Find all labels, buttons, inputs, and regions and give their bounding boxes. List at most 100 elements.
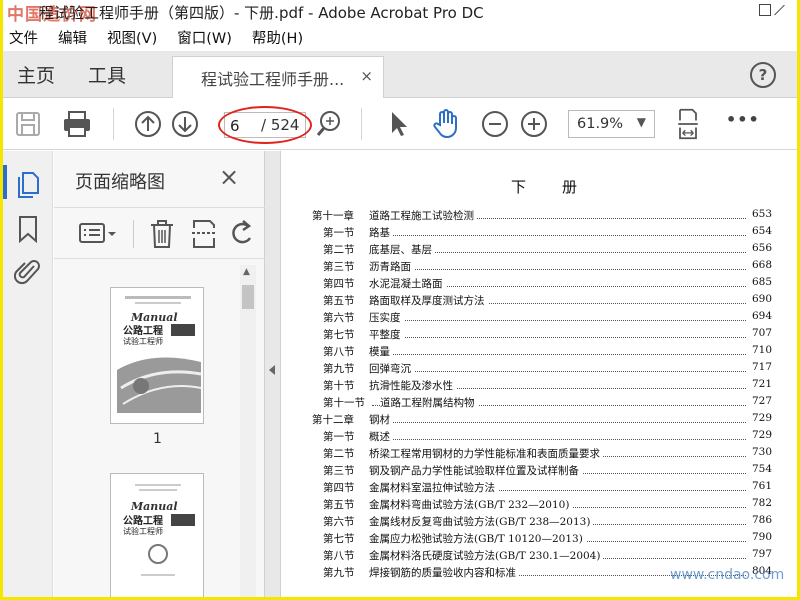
- toc-entry[interactable]: 第五节 金属材料弯曲试验方法(GB/T 232—2010) 782: [312, 496, 772, 513]
- extract-pages-icon[interactable]: [190, 218, 218, 250]
- toc-section-number: 第二节: [323, 448, 355, 460]
- toc-entry[interactable]: 第一节 概述 729: [312, 428, 772, 445]
- page-number-box: / 524: [224, 112, 306, 138]
- toc-entry[interactable]: 第五节 路面取样及厚度测试方法 690: [312, 292, 772, 309]
- toc-title: 钢及钢产品力学性能试验取样位置及试样制备: [369, 463, 582, 478]
- toc-page-number: 761: [749, 480, 772, 492]
- toc-entry[interactable]: 第一节 路基 654: [312, 224, 772, 241]
- menu-view[interactable]: 视图(V): [107, 27, 157, 48]
- attachment-icon[interactable]: [14, 256, 42, 286]
- total-pages: / 524: [261, 116, 300, 134]
- app-window: 中国造价网 程试验工程师手册（第四版）- 下册.pdf - Adobe Acro…: [0, 0, 800, 600]
- toc-entry[interactable]: 第三节 沥青路面 668: [312, 258, 772, 275]
- select-pointer-icon[interactable]: [387, 108, 411, 140]
- toc-entry[interactable]: 第十一节 道路工程附属结构物 727: [312, 394, 772, 411]
- toc-entry[interactable]: 第三节 钢及钢产品力学性能试验取样位置及试样制备 754: [312, 462, 772, 479]
- toc-leader-dots: [372, 431, 746, 440]
- toc-entry[interactable]: 第十二章 钢材 729: [312, 411, 772, 428]
- toc-section-number: 第二节: [323, 244, 355, 256]
- toc-entry[interactable]: 第十一章 道路工程施工试验检测 653: [312, 207, 772, 224]
- toc-entry[interactable]: 第六节 压实度 694: [312, 309, 772, 326]
- help-icon[interactable]: ?: [750, 62, 776, 88]
- zoom-out-icon[interactable]: [480, 108, 510, 140]
- toc-entry[interactable]: 第四节 金属材料室温拉伸试验方法 761: [312, 479, 772, 496]
- collapse-panel-icon[interactable]: [269, 365, 275, 375]
- zoom-select[interactable]: 61.9% ▼: [568, 110, 655, 138]
- menu-file[interactable]: 文件: [9, 27, 38, 48]
- toc-title: 压实度: [369, 310, 404, 325]
- toc-section-number: 第五节: [323, 295, 355, 307]
- thumbnails-toolbar: [54, 207, 265, 259]
- document-tab-label: 程试验工程师手册...: [201, 70, 345, 89]
- table-of-contents: 第十一章 道路工程施工试验检测 653 第一节 路基 654 第二节 底基层、基层 656 第三节…: [312, 207, 772, 581]
- svg-text:Manual: Manual: [130, 311, 178, 324]
- toc-entry[interactable]: 第八节 模量 710: [312, 343, 772, 360]
- svg-text:试验工程师: 试验工程师: [123, 336, 163, 346]
- toc-section-number: 第十一章: [312, 210, 354, 222]
- menu-help[interactable]: 帮助(H): [252, 27, 303, 48]
- toc-entry[interactable]: 第八节 金属材料洛氏硬度试验方法(GB/T 230.1—2004) 797: [312, 547, 772, 564]
- document-heading: 下册: [511, 178, 614, 196]
- toc-title: 水泥混凝土路面: [369, 276, 446, 291]
- scroll-up-icon[interactable]: ▲: [243, 267, 250, 277]
- toc-entry[interactable]: 第九节 回弹弯沉 717: [312, 360, 772, 377]
- toc-entry[interactable]: 第七节 金属应力松弛试验方法(GB/T 10120—2013) 790: [312, 530, 772, 547]
- menu-window[interactable]: 窗口(W): [177, 27, 232, 48]
- panel-splitter[interactable]: [265, 151, 281, 597]
- toc-section-number: 第八节: [323, 550, 355, 562]
- toc-title: 概述: [369, 429, 393, 444]
- page-number-input[interactable]: [230, 116, 256, 135]
- thumbnails-scrollbar[interactable]: ▲: [240, 265, 256, 597]
- zoom-in-icon[interactable]: [519, 108, 549, 140]
- close-tab-icon[interactable]: ×: [360, 67, 373, 85]
- close-panel-icon[interactable]: ×: [219, 163, 239, 191]
- page-thumbnail-2[interactable]: Manual 公路工程 试验工程师: [110, 473, 204, 597]
- previous-page-icon[interactable]: [133, 108, 163, 140]
- svg-text:公路工程: 公路工程: [123, 324, 163, 337]
- scrollbar-thumb[interactable]: [242, 285, 254, 309]
- document-view[interactable]: 下册 第十一章 道路工程施工试验检测 653 第一节 路基 654 第二节 底基层、基层 656…: [282, 151, 797, 597]
- rotate-page-icon[interactable]: [230, 218, 254, 250]
- tab-tools[interactable]: 工具: [88, 61, 126, 88]
- toc-title: 路基: [369, 225, 393, 240]
- toc-title: 金属材料弯曲试验方法(GB/T 232—2010): [369, 497, 573, 512]
- delete-icon[interactable]: [148, 218, 176, 250]
- page-thumbnails-icon[interactable]: [15, 169, 41, 199]
- window-controls[interactable]: [753, 2, 793, 22]
- print-icon[interactable]: [61, 108, 93, 140]
- active-indicator: [3, 165, 7, 199]
- page-thumbnail-1[interactable]: Manual 公路工程 试验工程师: [110, 287, 204, 424]
- toc-entry[interactable]: 第十节 抗滑性能及渗水性 721: [312, 377, 772, 394]
- toc-leader-dots: [372, 312, 746, 321]
- tab-document[interactable]: 程试验工程师手册... ×: [172, 56, 384, 98]
- toc-title: 金属线材反复弯曲试验方法(GB/T 238—2013): [369, 514, 594, 529]
- menu-edit[interactable]: 编辑: [58, 27, 87, 48]
- toc-section-number: 第六节: [323, 516, 355, 528]
- toc-section-number: 第十节: [323, 380, 355, 392]
- hand-tool-icon[interactable]: [431, 108, 461, 140]
- find-icon[interactable]: [315, 108, 343, 140]
- fit-width-icon[interactable]: [675, 108, 701, 140]
- toc-page-number: 727: [749, 395, 772, 407]
- toolbar-separator: [113, 108, 114, 140]
- tab-home[interactable]: 主页: [17, 61, 55, 88]
- zoom-value: 61.9%: [577, 116, 624, 132]
- more-tools-icon[interactable]: •••: [726, 110, 760, 142]
- toc-entry[interactable]: 第六节 金属线材反复弯曲试验方法(GB/T 238—2013) 786: [312, 513, 772, 530]
- toc-title: 道路工程施工试验检测: [369, 208, 477, 223]
- toc-entry[interactable]: 第四节 水泥混凝土路面 685: [312, 275, 772, 292]
- toc-entry[interactable]: 第二节 桥梁工程常用钢材的力学性能标准和表面质量要求 730: [312, 445, 772, 462]
- next-page-icon[interactable]: [170, 108, 200, 140]
- toc-page-number: 721: [749, 378, 772, 390]
- toc-entry[interactable]: 第七节 平整度 707: [312, 326, 772, 343]
- toc-title: 道路工程附属结构物: [380, 395, 478, 410]
- toc-section-number: 第七节: [323, 533, 355, 545]
- toc-entry[interactable]: 第二节 底基层、基层 656: [312, 241, 772, 258]
- toc-page-number: 654: [749, 225, 772, 237]
- window-title: 程试验工程师手册（第四版）- 下册.pdf - Adobe Acrobat Pr…: [39, 4, 484, 22]
- bookmark-icon[interactable]: [17, 215, 39, 243]
- toc-page-number: 786: [749, 514, 772, 526]
- options-menu-icon[interactable]: [78, 220, 118, 248]
- toc-section-number: 第十一节: [323, 397, 365, 409]
- save-icon[interactable]: [15, 108, 43, 140]
